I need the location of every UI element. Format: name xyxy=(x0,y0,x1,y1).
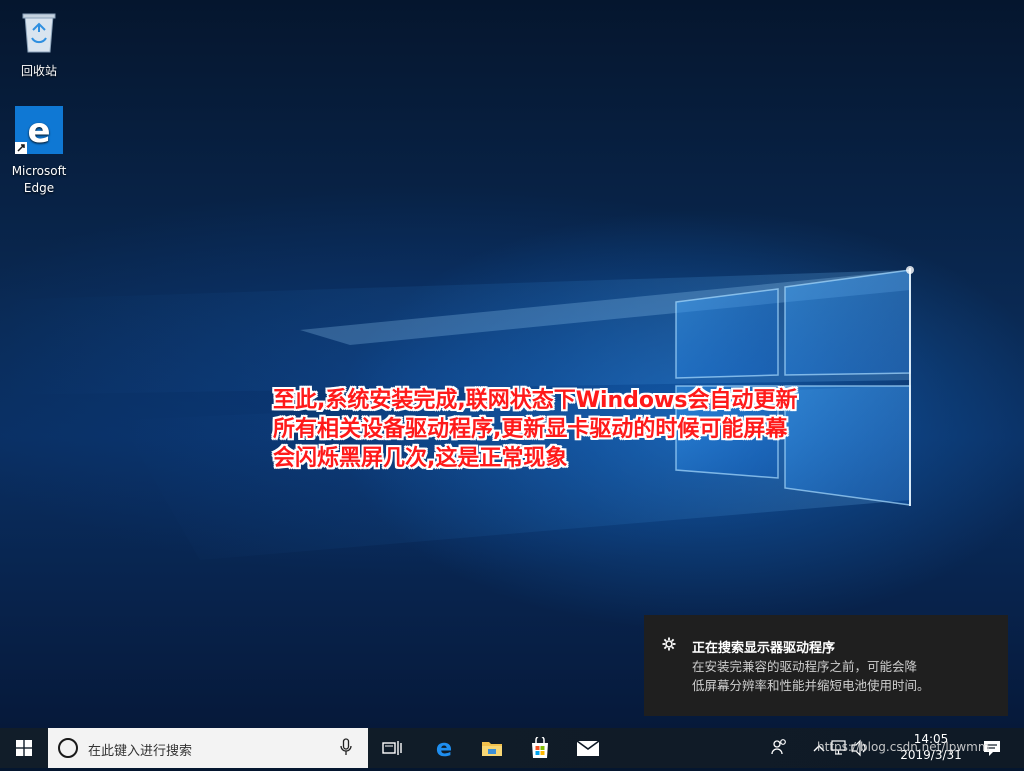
edge-shortcut[interactable]: e Microsoft Edge xyxy=(1,106,77,197)
svg-text:e: e xyxy=(436,737,452,759)
edge-label-line2: Edge xyxy=(23,181,55,195)
recycle-bin-label: 回收站 xyxy=(20,64,57,78)
blog-watermark: https://blog.csdn.net/lpwmm xyxy=(817,740,990,754)
recycle-bin-icon xyxy=(1,8,77,59)
file-explorer-icon xyxy=(482,742,502,756)
taskbar-search-box[interactable]: 在此键入进行搜索 xyxy=(48,728,368,768)
people-icon xyxy=(771,739,786,755)
edge-taskbar-button[interactable]: e xyxy=(420,728,468,768)
mail-button[interactable] xyxy=(564,728,612,768)
edge-label-line1: Microsoft xyxy=(11,164,67,178)
store-button[interactable] xyxy=(516,728,564,768)
gear-icon xyxy=(662,637,676,655)
task-view-button[interactable] xyxy=(368,728,416,768)
notification-toast[interactable]: 正在搜索显示器驱动程序 在安装完兼容的驱动程序之前，可能会降 低屏幕分辨率和性能… xyxy=(644,615,1008,716)
microphone-icon[interactable] xyxy=(340,738,352,760)
svg-text:e: e xyxy=(27,111,50,151)
windows-logo-icon xyxy=(16,740,32,756)
edge-icon: e xyxy=(436,737,452,759)
tutorial-annotation: 至此,系统安装完成,联网状态下Windows会自动更新 所有相关设备驱动程序,更… xyxy=(273,386,853,473)
search-placeholder: 在此键入进行搜索 xyxy=(88,744,193,759)
annotation-line-1: 至此,系统安装完成,联网状态下Windows会自动更新 xyxy=(273,388,798,413)
annotation-line-2: 所有相关设备驱动程序,更新显卡驱动的时候可能屏幕 xyxy=(273,417,788,442)
mail-icon xyxy=(576,740,600,756)
notification-body-line-2: 低屏幕分辨率和性能并缩短电池使用时间。 xyxy=(692,678,930,693)
cortana-icon xyxy=(58,738,78,758)
notification-body: 在安装完兼容的驱动程序之前，可能会降 低屏幕分辨率和性能并缩短电池使用时间。 xyxy=(692,657,992,695)
store-icon xyxy=(532,737,548,758)
annotation-line-3: 会闪烁黑屏几次,这是正常现象 xyxy=(273,446,568,471)
notification-title: 正在搜索显示器驱动程序 xyxy=(692,641,836,656)
edge-icon: e xyxy=(1,106,77,159)
people-button[interactable] xyxy=(770,728,792,768)
file-explorer-button[interactable] xyxy=(468,728,516,768)
task-view-icon xyxy=(382,741,402,755)
notification-body-line-1: 在安装完兼容的驱动程序之前，可能会降 xyxy=(692,659,918,674)
recycle-bin-shortcut[interactable]: 回收站 xyxy=(1,8,77,80)
start-button[interactable] xyxy=(0,728,48,768)
